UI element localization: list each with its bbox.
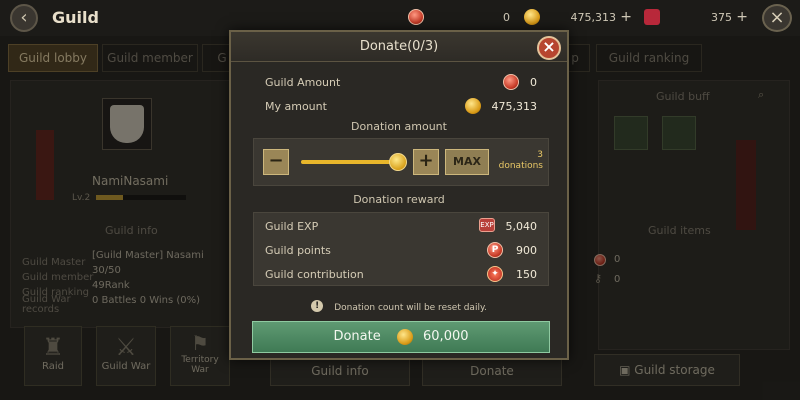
my-amount-value: 475,313 — [491, 100, 538, 113]
donation-reward-title: Donation reward — [353, 193, 445, 206]
reward-value: 150 — [516, 268, 537, 281]
points-currency: 0 — [408, 9, 518, 27]
donate-cost: 60,000 — [423, 329, 469, 344]
gem-icon — [644, 9, 660, 25]
max-button[interactable]: MAX — [445, 149, 489, 175]
reward-label: Guild points — [265, 244, 331, 257]
gold-coin-icon — [524, 9, 540, 25]
reset-notice-text: Donation count will be reset daily. — [334, 303, 487, 313]
close-screen-icon[interactable]: × — [762, 4, 792, 32]
donations-counter: 3 donations — [493, 150, 543, 172]
donations-count: 3 — [537, 150, 543, 160]
screen-title: Guild — [52, 8, 99, 27]
donate-label: Donate — [333, 329, 381, 344]
gem-currency: 375 + — [644, 9, 754, 27]
amount-slider[interactable] — [301, 160, 399, 164]
donations-label: donations — [498, 161, 543, 171]
add-gold-button[interactable]: + — [620, 9, 632, 25]
guild-amount-value: 0 — [530, 76, 537, 89]
increase-button[interactable]: + — [413, 149, 439, 175]
reward-label: Guild EXP — [265, 220, 319, 233]
points-value: 0 — [503, 11, 510, 24]
decrease-button[interactable]: − — [263, 149, 289, 175]
gold-currency: 475,313 + — [524, 9, 634, 27]
gem-value: 375 — [711, 11, 732, 24]
reward-value: 900 — [516, 244, 537, 257]
donate-dialog: Donate(0/3) × Guild Amount 0 My amount 4… — [229, 30, 569, 360]
gold-coin-icon — [465, 98, 481, 114]
guild-amount-label: Guild Amount — [265, 76, 341, 89]
points-icon — [408, 9, 424, 25]
slider-knob[interactable] — [389, 153, 407, 171]
info-icon: ! — [311, 299, 324, 312]
slider-fill — [301, 160, 399, 164]
my-amount-label: My amount — [265, 100, 327, 113]
reset-notice: ! Donation count will be reset daily. — [231, 295, 567, 314]
add-gem-button[interactable]: + — [736, 9, 748, 25]
reward-value: 5,040 — [505, 220, 538, 233]
gold-value: 475,313 — [570, 11, 617, 24]
reward-label: Guild contribution — [265, 268, 364, 281]
back-arrow-icon[interactable]: ‹ — [10, 4, 38, 32]
donate-button[interactable]: Donate 60,000 — [252, 321, 550, 353]
dialog-title: Donate(0/3) — [359, 39, 439, 54]
gold-coin-icon — [396, 328, 413, 345]
donation-amount-title: Donation amount — [351, 120, 447, 133]
close-icon[interactable]: × — [537, 36, 561, 60]
